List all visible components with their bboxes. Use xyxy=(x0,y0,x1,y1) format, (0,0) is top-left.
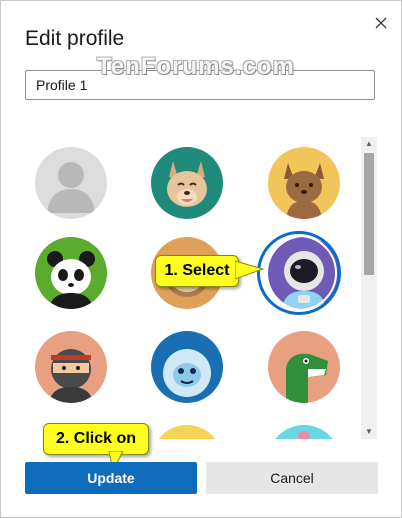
yeti-icon xyxy=(151,331,223,403)
profile-name-input[interactable] xyxy=(25,70,375,100)
callout-update: 2. Click on xyxy=(43,423,149,455)
partial-avatar-icon xyxy=(151,425,223,439)
panda-icon xyxy=(35,237,107,309)
dinosaur-icon xyxy=(268,331,340,403)
scrollbar[interactable]: ▲ ▼ xyxy=(361,137,377,439)
scroll-thumb[interactable] xyxy=(364,153,374,275)
avatar-yeti[interactable] xyxy=(151,331,223,403)
partial-avatar-icon xyxy=(268,425,340,439)
ninja-icon xyxy=(35,331,107,403)
callout-update-label: 2. Click on xyxy=(55,430,137,447)
scroll-up-icon[interactable]: ▲ xyxy=(361,137,377,151)
cat-icon xyxy=(268,147,340,219)
callout-select-label: 1. Select xyxy=(164,262,230,279)
avatar-dog[interactable] xyxy=(151,147,223,219)
callout-select-pointer xyxy=(235,260,265,280)
avatar-ninja[interactable] xyxy=(35,331,107,403)
avatar-panda[interactable] xyxy=(35,237,107,309)
avatar-default-person[interactable] xyxy=(35,147,107,219)
avatar-grid: 1. Select xyxy=(25,137,379,439)
avatar-cat[interactable] xyxy=(268,147,340,219)
dog-icon xyxy=(151,147,223,219)
close-icon[interactable] xyxy=(369,11,393,35)
dialog-title: Edit profile xyxy=(25,27,125,50)
scroll-down-icon[interactable]: ▼ xyxy=(361,425,377,439)
callout-select: 1. Select xyxy=(155,255,239,287)
avatar-dinosaur[interactable] xyxy=(268,331,340,403)
astronaut-icon xyxy=(268,237,340,309)
avatar-astronaut[interactable] xyxy=(268,237,340,309)
update-button[interactable]: Update xyxy=(25,462,197,494)
avatar-partial-cyan[interactable] xyxy=(268,425,340,439)
avatar-partial-yellow[interactable] xyxy=(151,425,223,439)
edit-profile-dialog: Edit profile TenForums.com xyxy=(0,0,402,518)
person-icon xyxy=(35,147,107,219)
cancel-button[interactable]: Cancel xyxy=(206,462,378,494)
